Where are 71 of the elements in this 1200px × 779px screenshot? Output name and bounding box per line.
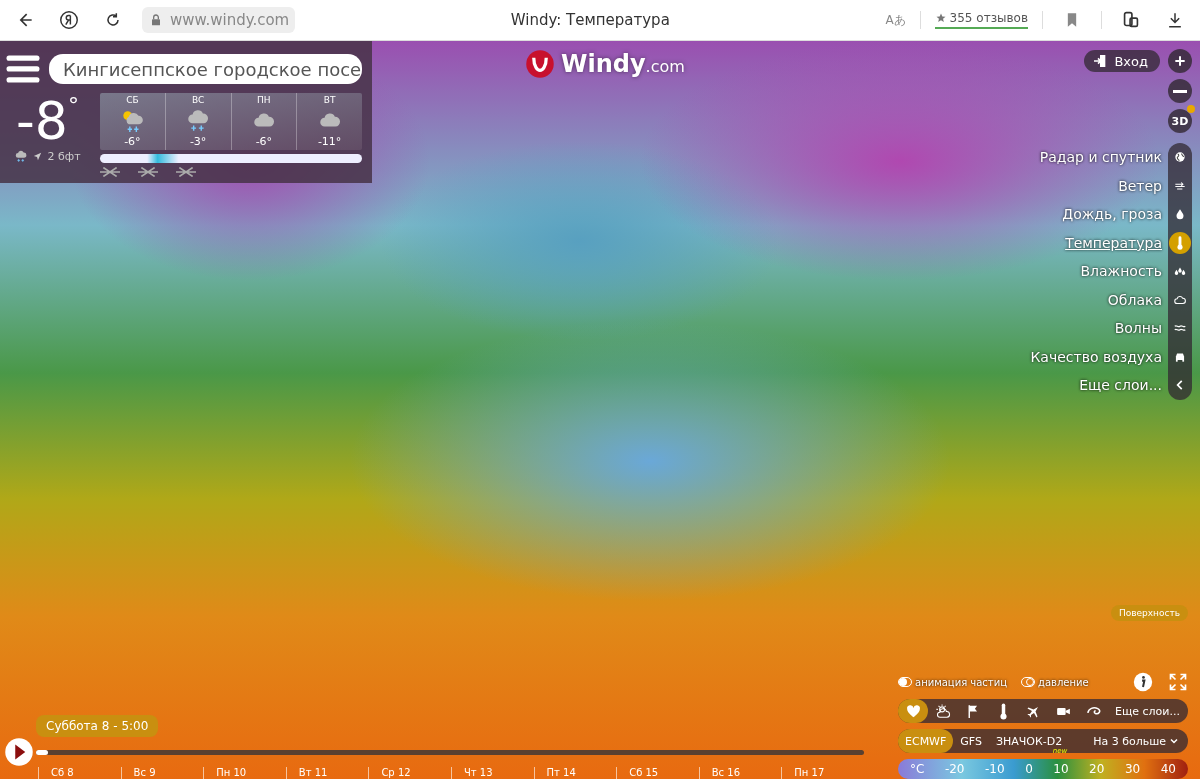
quick-layer-button[interactable] [898,699,928,723]
scale-label: 40 [1160,762,1176,776]
scale-label: -20 [944,762,965,776]
timeline-day[interactable]: Пн 10 [203,767,286,779]
layer-item[interactable]: Еще слои... [1079,377,1162,394]
layer-item[interactable]: Ветер [1118,177,1162,194]
play-button-icon[interactable] [4,737,34,767]
heart-icon [904,702,922,720]
day-name: ПН [257,95,271,105]
layer-item[interactable]: Радар и спутник [1039,149,1162,166]
day-temperature: -11° [317,135,342,148]
more-models-button[interactable]: На 3 больше [1093,734,1188,748]
minus-icon [1173,89,1187,93]
info-icon[interactable] [1132,671,1154,693]
weather-icon [14,149,29,163]
plus-icon [1172,53,1188,69]
toggle-switch[interactable]: анимация частиц [898,676,1007,688]
layer-item[interactable]: Волны [1114,320,1162,337]
day-name: СБ [126,95,139,105]
layer-item[interactable]: Облака [1107,291,1162,308]
scale-label: °C [910,762,925,776]
timeline-day[interactable]: Сб 15 [616,767,699,779]
timeline-day[interactable]: Пн 17 [781,767,864,779]
windy-logo-icon [525,49,555,79]
day-temperature: -6° [255,135,273,148]
timeline-day[interactable]: Чт 13 [450,767,534,779]
scale-label: 20 [1089,762,1105,776]
scale-label: 30 [1124,762,1141,776]
snowfall-icon [138,167,158,177]
model-tab[interactable]: ECMWF [898,729,954,753]
altitude-button[interactable]: Поверхность [1110,605,1188,621]
timeline-day[interactable]: Вс 16 [698,767,782,779]
wind-direction-icon [32,150,44,162]
layer-item[interactable]: Дождь, гроза [1062,206,1162,223]
timeline-day[interactable]: Пт 14 [533,767,617,779]
scale-label: 0 [1025,762,1033,776]
toggle-switch[interactable]: давление [1021,676,1089,688]
scale-label: -10 [985,762,1005,776]
day-temperature: -3° [189,135,207,148]
snowfall-icon [176,167,196,177]
day-name: ВС [191,95,205,105]
timeline-day[interactable]: Ср 12 [368,767,451,779]
timeline-day[interactable]: Вт 11 [285,767,369,779]
degree-sign: ° [67,93,79,120]
scale-label: 10 [1053,762,1069,776]
sun-cloud-icon [934,702,952,720]
reviews-link[interactable]: 355 отзывов [934,11,1028,29]
layer-item[interactable]: Температура [1065,234,1162,251]
day-name: ВТ [323,95,336,105]
day-temperature: -6° [124,135,141,148]
star-icon [934,12,947,24]
globe-icon [1173,150,1187,165]
timeline-day[interactable]: Вс 9 [120,767,204,779]
timeline-day[interactable]: Сб 8 [38,767,121,779]
timeline-track[interactable] [36,749,864,755]
page-title: Windy: Температура [509,11,671,29]
fullscreen-icon[interactable] [1168,672,1188,692]
wind-speed: 2 бфт [47,149,81,163]
search-field[interactable]: Кингисеппское городское посе [49,54,362,84]
translate-button[interactable]: Aあ [885,11,906,29]
model-tab[interactable]: GFS [953,729,989,753]
more-layers-link[interactable]: Еще слои... [1114,704,1188,718]
login-button[interactable]: Вход [1084,50,1160,72]
logo-text: Windy.com [561,50,685,78]
yandex-logo-icon [58,9,80,31]
temperature-map[interactable] [0,41,1200,779]
time-button[interactable]: Суббота 8 - 5:00 [36,715,159,737]
current-temperature: -8 [16,93,68,149]
layer-item[interactable]: Качество воздуха [1030,348,1162,365]
layer-item[interactable]: Влажность [1080,263,1162,280]
snowfall-icon [100,167,120,177]
